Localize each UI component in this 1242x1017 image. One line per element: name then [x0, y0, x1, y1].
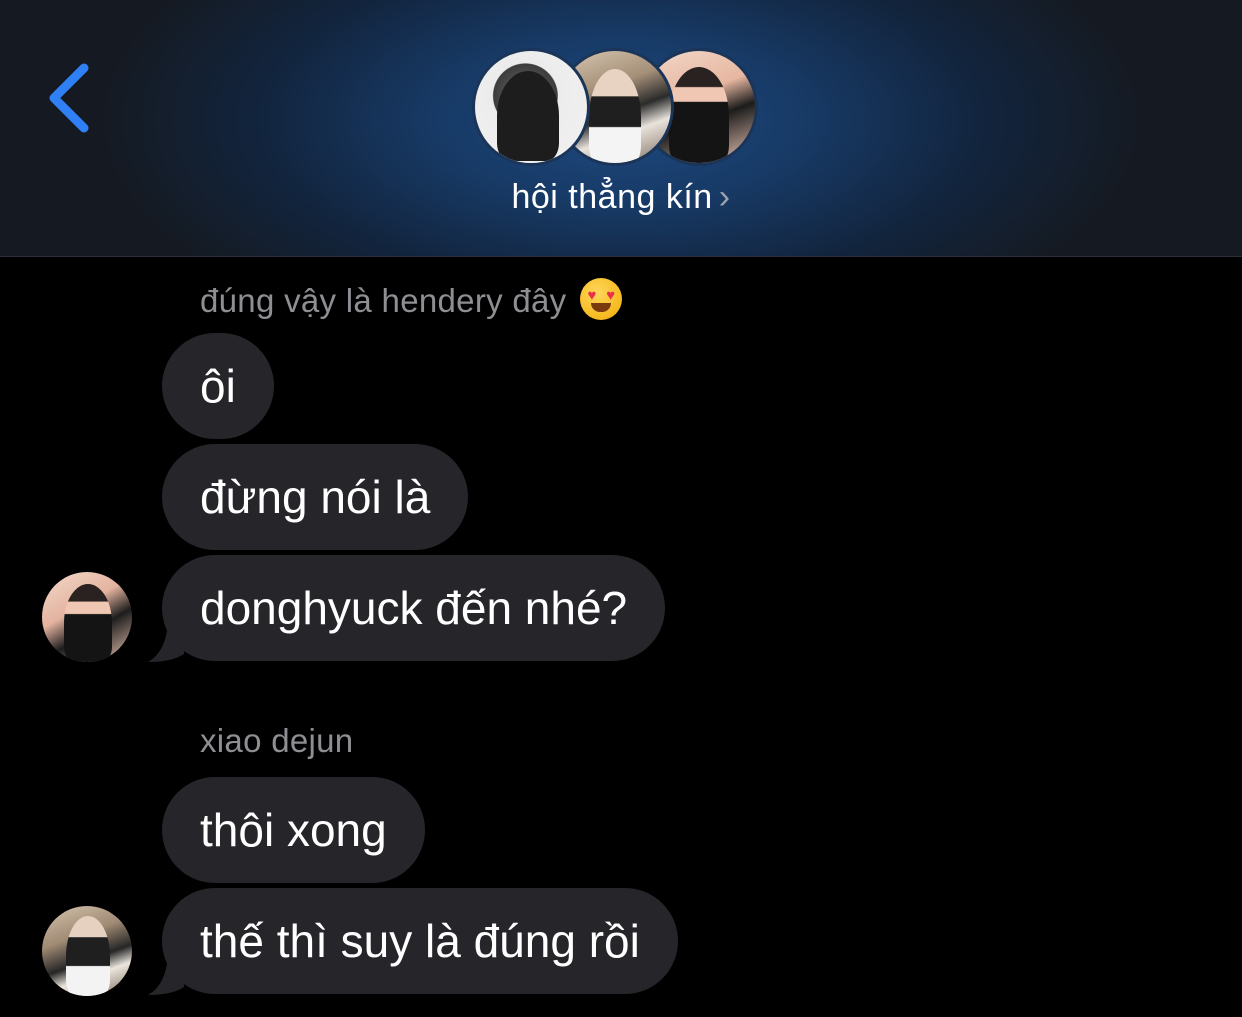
- message-text: thôi xong: [200, 804, 387, 856]
- back-button[interactable]: [36, 56, 106, 146]
- message-bubble[interactable]: thế thì suy là đúng rồi: [162, 888, 678, 994]
- chat-screen: hội thẳng kín › đúng vậy là hendery đây ♥ ♥…: [0, 0, 1242, 1017]
- sender-name: xiao dejun: [200, 722, 353, 760]
- message-bubble[interactable]: ôi: [162, 333, 274, 439]
- chat-header: hội thẳng kín ›: [0, 0, 1242, 257]
- sender-label: đúng vậy là hendery đây: [200, 282, 567, 319]
- group-title[interactable]: hội thẳng kín ›: [0, 178, 1242, 217]
- message-bubble[interactable]: đừng nói là: [162, 444, 469, 550]
- message-text: thế thì suy là đúng rồi: [200, 915, 640, 967]
- message-text: đừng nói là: [200, 471, 431, 523]
- sender-label: xiao dejun: [200, 722, 354, 759]
- chevron-right-icon: ›: [718, 178, 731, 216]
- message-text: donghyuck đến nhé?: [200, 582, 628, 634]
- message-bubble[interactable]: donghyuck đến nhé?: [162, 555, 666, 661]
- chevron-left-icon: [49, 63, 89, 133]
- message-text: ôi: [200, 360, 236, 412]
- member-avatar: [472, 48, 590, 166]
- message-bubble[interactable]: thôi xong: [162, 777, 425, 883]
- group-avatars[interactable]: [470, 48, 780, 172]
- group-name: hội thẳng kín: [511, 178, 713, 216]
- sender-avatar[interactable]: [42, 906, 132, 996]
- sender-avatar[interactable]: [42, 572, 132, 662]
- sender-name: đúng vậy là hendery đây ♥ ♥: [200, 278, 623, 320]
- heart-eyes-emoji-icon: ♥ ♥: [580, 278, 623, 320]
